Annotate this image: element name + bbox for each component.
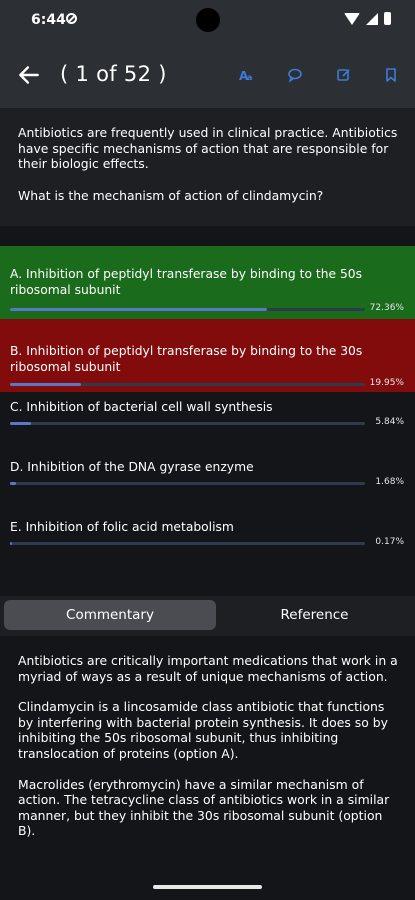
option-label: A. Inhibition of peptidyl transferase by… bbox=[10, 267, 363, 297]
tab-commentary[interactable]: Commentary bbox=[4, 600, 216, 630]
option-label: E. Inhibition of folic acid metabolism bbox=[10, 520, 234, 534]
home-indicator[interactable] bbox=[153, 885, 262, 889]
text-size-icon: A a bbox=[239, 69, 252, 83]
status-icons bbox=[344, 12, 391, 25]
answer-option-b[interactable]: B. Inhibition of peptidyl transferase by… bbox=[0, 319, 415, 392]
commentary-paragraph: Macrolides (erythromycin) have a similar… bbox=[18, 776, 390, 839]
response-bar-fill bbox=[10, 542, 13, 545]
comment-icon bbox=[288, 68, 302, 83]
response-bar-fill bbox=[10, 383, 81, 386]
svg-text:a: a bbox=[247, 73, 252, 82]
edit-icon bbox=[337, 69, 350, 81]
camera-cutout bbox=[196, 8, 220, 32]
arrow-left-icon bbox=[19, 66, 39, 84]
response-percent: 72.36% bbox=[369, 303, 404, 313]
question-panel: Antibiotics are frequently used in clini… bbox=[0, 108, 415, 226]
app-bar: ( 1 of 52 ) A a bbox=[0, 42, 415, 108]
answer-options: A. Inhibition of peptidyl transferase by… bbox=[0, 246, 415, 562]
text-size-button[interactable]: A a bbox=[239, 67, 255, 83]
explanation-tabs: Commentary Reference bbox=[0, 596, 415, 636]
question-counter: ( 1 of 52 ) bbox=[60, 62, 167, 86]
option-label: D. Inhibition of the DNA gyrase enzyme bbox=[10, 460, 254, 474]
response-percent: 0.17% bbox=[375, 537, 404, 547]
answer-option-e[interactable]: E. Inhibition of folic acid metabolism 0… bbox=[0, 512, 415, 562]
response-bar-fill bbox=[10, 482, 16, 485]
back-button[interactable] bbox=[16, 62, 42, 88]
response-bar bbox=[10, 308, 365, 311]
wifi-icon bbox=[344, 12, 360, 25]
response-bar-fill bbox=[10, 422, 31, 425]
commentary-paragraph: Clindamycin is a lincosamide class antib… bbox=[18, 699, 388, 761]
question-prompt: What is the mechanism of action of clind… bbox=[18, 187, 324, 203]
edit-note-button[interactable] bbox=[336, 67, 352, 83]
option-label: C. Inhibition of bacterial cell wall syn… bbox=[10, 400, 273, 414]
bookmark-icon bbox=[386, 68, 396, 82]
bookmark-button[interactable] bbox=[383, 67, 399, 83]
status-bar: 6:44 bbox=[0, 0, 415, 42]
comment-button[interactable] bbox=[287, 67, 303, 83]
response-bar bbox=[10, 482, 365, 485]
response-bar bbox=[10, 422, 365, 425]
response-percent: 19.95% bbox=[369, 378, 404, 388]
response-percent: 5.84% bbox=[375, 417, 404, 427]
response-bar-fill bbox=[10, 308, 267, 311]
response-bar bbox=[10, 542, 365, 545]
commentary-panel: Antibiotics are critically important med… bbox=[0, 636, 415, 900]
tab-reference[interactable]: Reference bbox=[216, 600, 413, 630]
do-not-disturb-icon bbox=[66, 13, 77, 24]
option-label: B. Inhibition of peptidyl transferase by… bbox=[10, 344, 363, 374]
status-time: 6:44 bbox=[31, 12, 66, 28]
cell-signal-icon bbox=[366, 12, 378, 25]
battery-icon bbox=[384, 12, 391, 25]
question-stem: Antibiotics are frequently used in clini… bbox=[18, 125, 398, 171]
response-bar bbox=[10, 383, 365, 386]
answer-option-c[interactable]: C. Inhibition of bacterial cell wall syn… bbox=[0, 392, 415, 452]
answer-option-d[interactable]: D. Inhibition of the DNA gyrase enzyme 1… bbox=[0, 452, 415, 512]
answer-option-a[interactable]: A. Inhibition of peptidyl transferase by… bbox=[0, 246, 415, 319]
response-percent: 1.68% bbox=[375, 477, 404, 487]
commentary-paragraph: Antibiotics are critically important med… bbox=[18, 653, 398, 684]
